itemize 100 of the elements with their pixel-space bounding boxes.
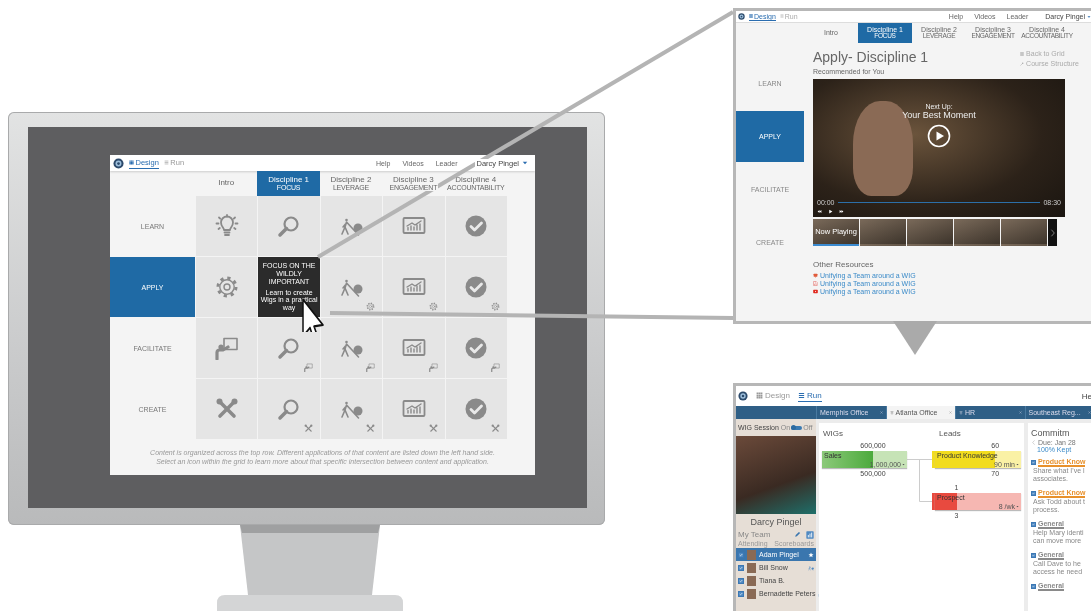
close-icon <box>1018 411 1022 414</box>
callout-pointer <box>893 321 937 355</box>
grid-cell[interactable] <box>258 196 320 256</box>
next-button[interactable] <box>1048 219 1057 246</box>
star-icon <box>808 551 814 558</box>
bar-chart-icon <box>806 530 814 539</box>
grid-cell[interactable] <box>258 379 320 439</box>
column-tab[interactable]: Intro <box>195 171 258 196</box>
list-icon <box>797 392 805 399</box>
profile-name: Darcy Pingel <box>749 517 803 527</box>
checkbox[interactable] <box>738 577 744 584</box>
mode-tab[interactable]: Run <box>797 390 822 402</box>
avatar-photo <box>747 562 756 573</box>
checkbox[interactable] <box>738 564 744 571</box>
logo-icon <box>738 13 745 20</box>
check-circle-icon <box>464 214 489 238</box>
presenter-icon <box>428 363 438 372</box>
tools-icon <box>428 424 438 433</box>
checkbox[interactable] <box>1031 553 1036 558</box>
pencil-icon <box>794 531 801 538</box>
grid-cell[interactable] <box>383 379 445 439</box>
avatar-photo <box>747 575 756 586</box>
card-title: Leads <box>939 429 961 438</box>
checkmark-icon <box>1032 523 1035 526</box>
avatar-photo <box>747 588 756 599</box>
section-heading: Other Resources <box>813 260 875 269</box>
close-icon <box>1088 411 1091 414</box>
grid-icon <box>129 160 134 165</box>
checkmark-icon <box>1032 492 1035 495</box>
grid-icon <box>749 14 753 18</box>
pdf-document-icon <box>813 281 818 286</box>
grid-cell[interactable] <box>445 379 507 439</box>
grid-cell[interactable] <box>445 257 507 317</box>
team-heading: My Team <box>738 530 772 539</box>
nav-link[interactable]: He <box>1081 391 1091 401</box>
grid-cell[interactable] <box>196 196 258 256</box>
presenter-icon <box>214 336 239 360</box>
grid-cell[interactable] <box>196 257 258 317</box>
wrench-icon <box>1020 61 1025 66</box>
tools-icon <box>303 424 313 433</box>
checkbox[interactable] <box>1031 491 1036 496</box>
page-title: Apply- Discipline 1 <box>813 49 929 65</box>
presenter-icon <box>490 363 500 372</box>
grid-cell[interactable] <box>445 318 507 378</box>
mode-tab[interactable]: Design <box>756 390 790 402</box>
check-circle-icon <box>464 275 489 299</box>
next-up-title: Your Best Moment <box>902 110 976 120</box>
card-title: Commitm <box>1031 428 1071 438</box>
grid-cell[interactable] <box>320 257 383 317</box>
checkmark-icon <box>1032 461 1035 464</box>
grid-cell[interactable] <box>320 196 383 256</box>
video-thumbnail[interactable] <box>954 219 1000 246</box>
presenter-icon <box>303 363 313 372</box>
gear-icon <box>214 275 239 299</box>
tools-icon <box>366 424 376 433</box>
tools-icon <box>490 424 500 433</box>
grid-cell[interactable] <box>196 318 258 378</box>
play-icon <box>828 209 833 214</box>
grid-cell[interactable] <box>383 318 445 378</box>
card-title: WIGs <box>823 429 843 438</box>
gear-icon <box>428 302 438 311</box>
presenter-icon <box>366 363 376 372</box>
grid-cell[interactable] <box>383 257 445 317</box>
caret-down-icon <box>1016 505 1019 508</box>
caret-down-icon <box>1016 463 1019 466</box>
checkbox[interactable] <box>1031 584 1036 589</box>
checkmark-icon <box>739 591 743 596</box>
avatar-photo <box>747 549 756 560</box>
checkbox[interactable] <box>738 551 744 558</box>
grid-cell[interactable] <box>196 379 258 439</box>
gear-icon <box>366 302 376 311</box>
gear-icon <box>490 302 500 311</box>
checkmark-icon <box>739 565 743 570</box>
pin-icon <box>959 410 963 415</box>
checkbox[interactable] <box>1031 460 1036 465</box>
checkmark-icon <box>1032 585 1035 588</box>
tools-icon <box>214 397 239 421</box>
checkbox[interactable] <box>1031 522 1036 527</box>
video-thumbnail[interactable] <box>1001 219 1047 246</box>
checkmark-icon <box>1032 554 1035 557</box>
checkmark-icon <box>739 552 743 557</box>
grid-icon <box>1020 51 1025 56</box>
video-play-icon <box>813 289 818 294</box>
check-circle-icon <box>464 336 489 360</box>
list-icon <box>163 160 169 165</box>
grid-cell[interactable] <box>258 318 320 378</box>
checkmark-icon <box>739 578 743 583</box>
grid-cell[interactable] <box>320 379 383 439</box>
rewind-icon <box>817 209 822 214</box>
grid-icon <box>756 392 763 399</box>
play-circle-icon <box>927 124 951 148</box>
chevron-left-icon <box>1031 440 1036 445</box>
check-circle-icon <box>464 397 489 421</box>
grid-cell[interactable] <box>445 196 507 256</box>
checkbox[interactable] <box>738 590 744 597</box>
video-thumbnail[interactable] <box>860 219 906 246</box>
video-thumbnail[interactable] <box>907 219 953 246</box>
grid-cell[interactable] <box>383 196 445 256</box>
toggle-switch[interactable] <box>791 425 803 430</box>
grid-cell[interactable] <box>320 318 383 378</box>
